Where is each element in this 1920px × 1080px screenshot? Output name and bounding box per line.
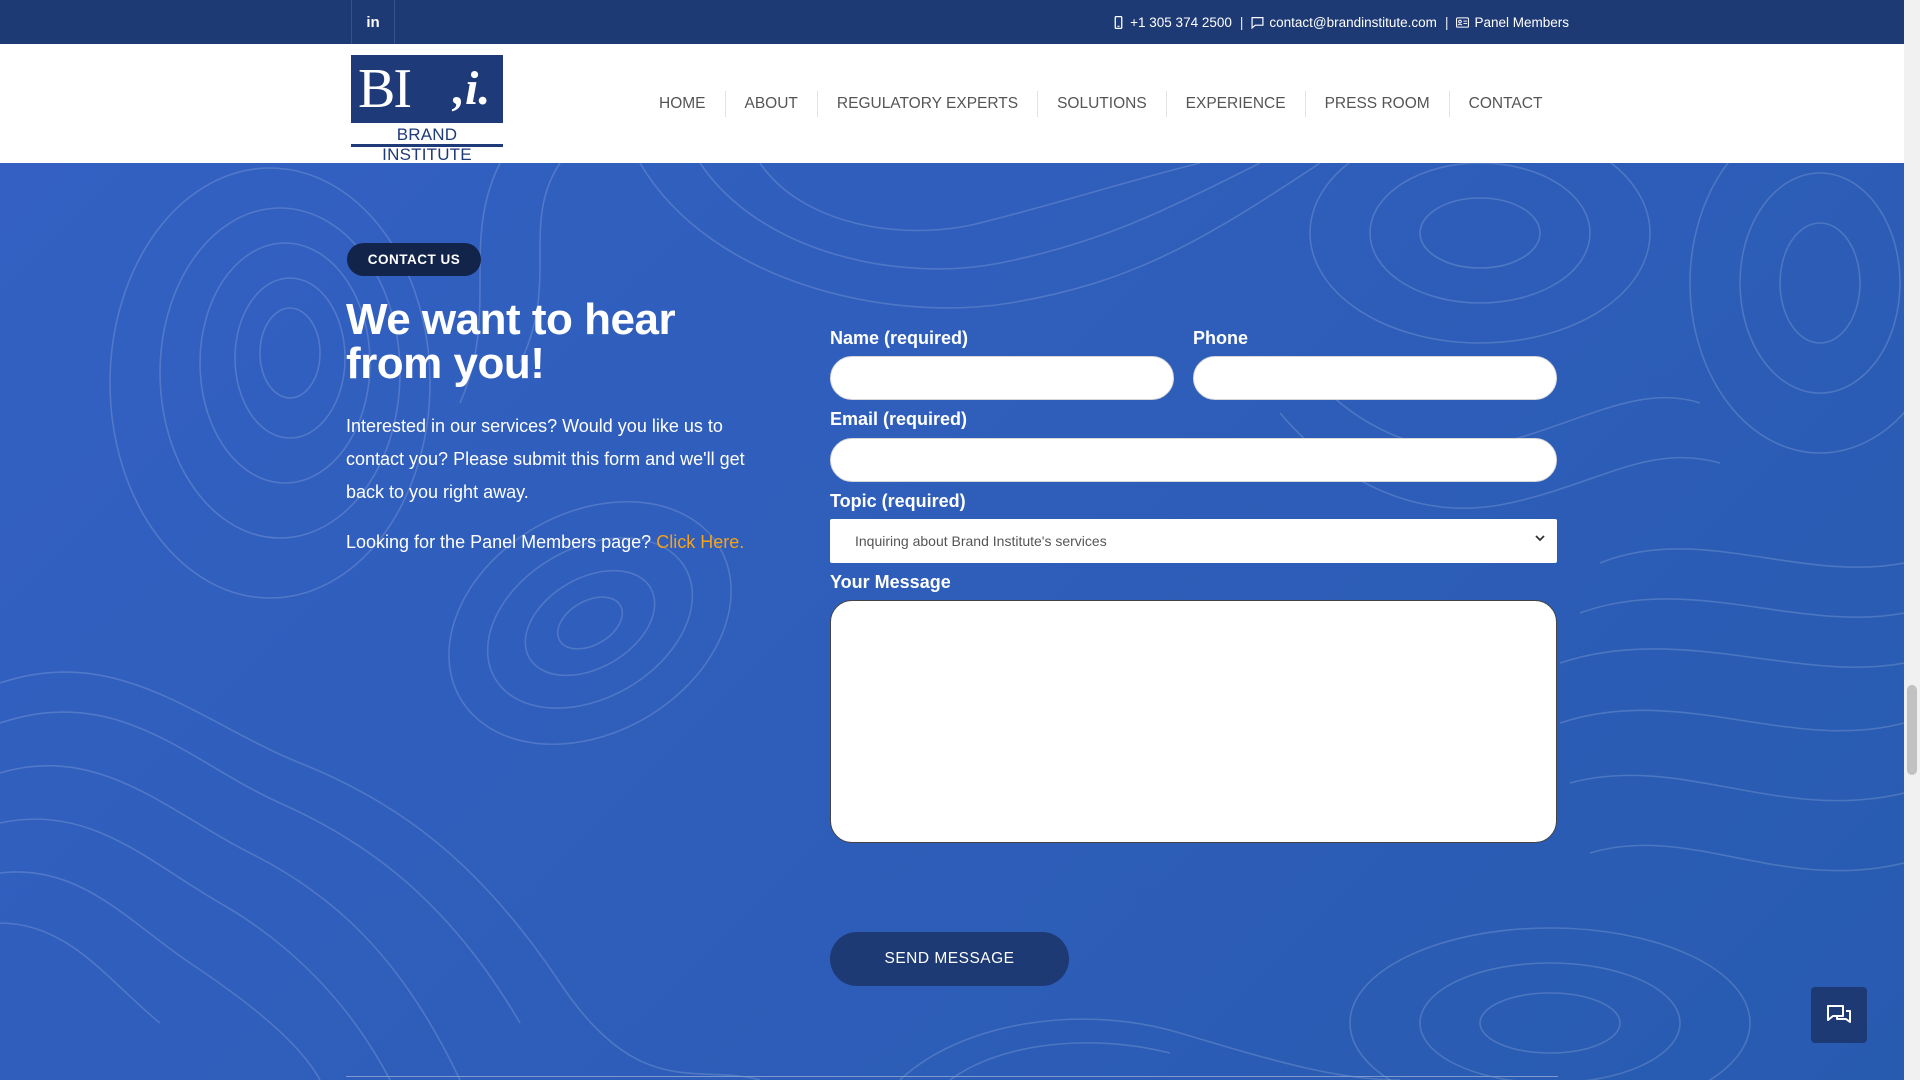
id-card-icon [1456,16,1470,28]
top-bar: in +1 305 374 2500 | contact@brandinstit… [0,0,1904,44]
nav-solutions[interactable]: SOLUTIONS [1037,90,1166,117]
panel-members-line: Looking for the Panel Members page? Clic… [346,527,806,557]
name-field[interactable] [830,356,1174,400]
topbar-phone[interactable]: +1 305 374 2500 [1112,15,1232,30]
topic-selected-value: Inquiring about Brand Institute's servic… [855,533,1107,549]
intro-text: Interested in our services? Would you li… [346,416,745,502]
send-message-button[interactable]: SEND MESSAGE [830,932,1069,986]
nav-regulatory-experts[interactable]: REGULATORY EXPERTS [816,90,1037,117]
topbar-contact-info: +1 305 374 2500 | contact@brandinstitute… [1112,0,1569,44]
phone-icon [1114,15,1123,29]
linkedin-label: in [366,13,380,31]
message-field[interactable] [830,600,1557,843]
phone-text: +1 305 374 2500 [1130,14,1232,30]
contact-us-badge: CONTACT US [347,243,481,276]
separator: | [1444,14,1449,30]
linkedin-icon[interactable]: in [351,0,395,44]
topbar-email[interactable]: contact@brandinstitute.com [1251,15,1437,30]
section-divider [346,1076,1558,1077]
nav-press-room[interactable]: PRESS ROOM [1304,90,1449,117]
site-header: BI ,i. BRAND INSTITUTE HOME ABOUT REGULA… [0,44,1904,164]
panel-members-text: Panel Members [1474,14,1569,30]
chat-icon [1827,1005,1851,1023]
contact-section: CONTACT US We want to hear from you! Int… [0,163,1904,1080]
topbar-panel-members[interactable]: Panel Members [1456,15,1569,30]
nav-home[interactable]: HOME [640,91,725,117]
panel-members-link[interactable]: Click Here. [656,532,744,552]
logo-underline [351,144,503,147]
email-field[interactable] [830,438,1557,482]
chevron-down-icon [1535,535,1545,542]
logo-mark-left: BI [358,58,412,120]
email-label: Email (required) [830,409,968,429]
topic-label: Topic (required) [830,491,966,511]
email-text: contact@brandinstitute.com [1269,14,1437,30]
nav-experience[interactable]: EXPERIENCE [1165,90,1305,117]
chat-bubble-icon [1251,16,1264,29]
panel-members-text: Looking for the Panel Members page? [346,532,652,552]
topic-select[interactable]: Inquiring about Brand Institute's servic… [830,519,1557,563]
scrollbar-thumb[interactable] [1907,685,1917,775]
phone-field[interactable] [1193,356,1557,400]
name-label: Name (required) [830,328,969,348]
chat-widget-button[interactable] [1811,987,1867,1043]
separator: | [1239,14,1244,30]
nav-about[interactable]: ABOUT [724,90,817,117]
page-scrollbar[interactable] [1904,0,1920,1080]
page-title: We want to hear from you! [346,295,676,388]
brand-logo[interactable]: BI ,i. BRAND INSTITUTE [351,55,503,164]
message-label: Your Message [830,572,951,592]
nav-contact[interactable]: CONTACT [1448,90,1562,117]
logo-mark-right: ,i. [453,62,491,115]
phone-label: Phone [1193,328,1249,348]
main-nav: HOME ABOUT REGULATORY EXPERTS SOLUTIONS … [640,44,1561,163]
